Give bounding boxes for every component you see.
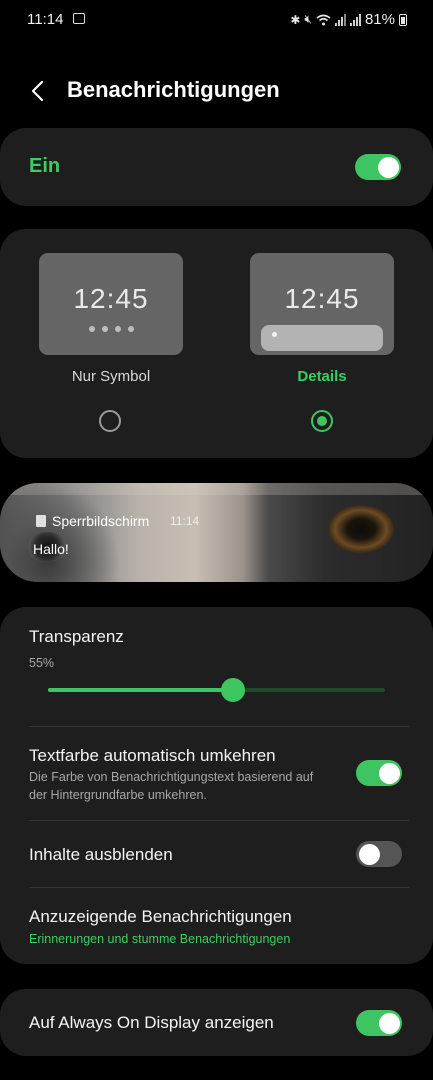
toggle-knob <box>377 156 399 178</box>
radio-details[interactable] <box>311 410 333 432</box>
shown-notifications-title[interactable]: Anzuzeigende Benachrichtigungen <box>29 907 292 927</box>
battery-icon <box>399 13 407 26</box>
signal-icon <box>334 13 346 26</box>
mute-icon: 🔇︎ <box>304 12 312 26</box>
signal-icon <box>349 13 361 26</box>
toggle-knob <box>378 762 400 784</box>
toggle-knob <box>358 843 380 865</box>
hide-content-toggle[interactable] <box>356 841 402 867</box>
notification-message: Hallo! <box>33 541 69 557</box>
battery-text: 81% <box>364 11 395 28</box>
lock-app-icon <box>36 515 46 527</box>
transparency-slider-fill <box>48 688 234 692</box>
invert-text-title[interactable]: Textfarbe automatisch umkehren <box>29 746 276 766</box>
shown-notifications-subtitle: Erinnerungen und stumme Benachrichtigung… <box>29 932 291 946</box>
notification-time: 11:14 <box>170 514 200 528</box>
notification-app-name: Sperrbildschirm <box>52 513 150 529</box>
invert-text-toggle[interactable] <box>356 760 402 786</box>
gallery-icon <box>73 13 85 24</box>
aod-title: Auf Always On Display anzeigen <box>29 1013 274 1032</box>
status-icons: ✱ 🔇︎ 81% <box>290 11 407 28</box>
master-switch-label: Ein <box>29 155 61 177</box>
transparency-title: Transparenz <box>29 627 124 646</box>
transparency-value: 55% <box>29 656 55 670</box>
radio-icon-only[interactable] <box>99 410 121 432</box>
preview-clock: 12:45 <box>73 283 149 314</box>
style-option-details-label: Details <box>297 368 347 385</box>
style-option-icon-only-preview[interactable]: 12:45 <box>39 253 183 355</box>
page-title: Benachrichtigungen <box>67 77 280 102</box>
style-option-icon-only-label: Nur Symbol <box>71 368 151 385</box>
back-arrow-icon[interactable] <box>28 80 50 102</box>
divider <box>29 887 409 888</box>
style-option-details-preview[interactable]: 12:45 <box>250 253 394 355</box>
wallpaper-fur <box>0 483 120 582</box>
divider <box>29 726 409 727</box>
lockscreen-preview <box>0 483 433 582</box>
notification-pill <box>261 325 383 351</box>
toggle-knob <box>378 1012 400 1034</box>
notification-dots <box>39 326 183 332</box>
status-time: 11:14 <box>27 11 64 28</box>
master-toggle[interactable] <box>355 154 401 180</box>
hide-content-title[interactable]: Inhalte ausblenden <box>29 845 173 865</box>
wifi-icon <box>316 14 331 25</box>
aod-toggle[interactable] <box>356 1010 402 1036</box>
bluetooth-icon: ✱ <box>290 12 301 27</box>
preview-clock: 12:45 <box>284 283 360 314</box>
divider <box>29 820 409 821</box>
invert-text-subtitle: Die Farbe von Benachrichtigungstext basi… <box>29 770 314 802</box>
wallpaper-cat-eye <box>328 505 394 553</box>
status-bar: 11:14 ✱ 🔇︎ 81% <box>0 0 433 40</box>
